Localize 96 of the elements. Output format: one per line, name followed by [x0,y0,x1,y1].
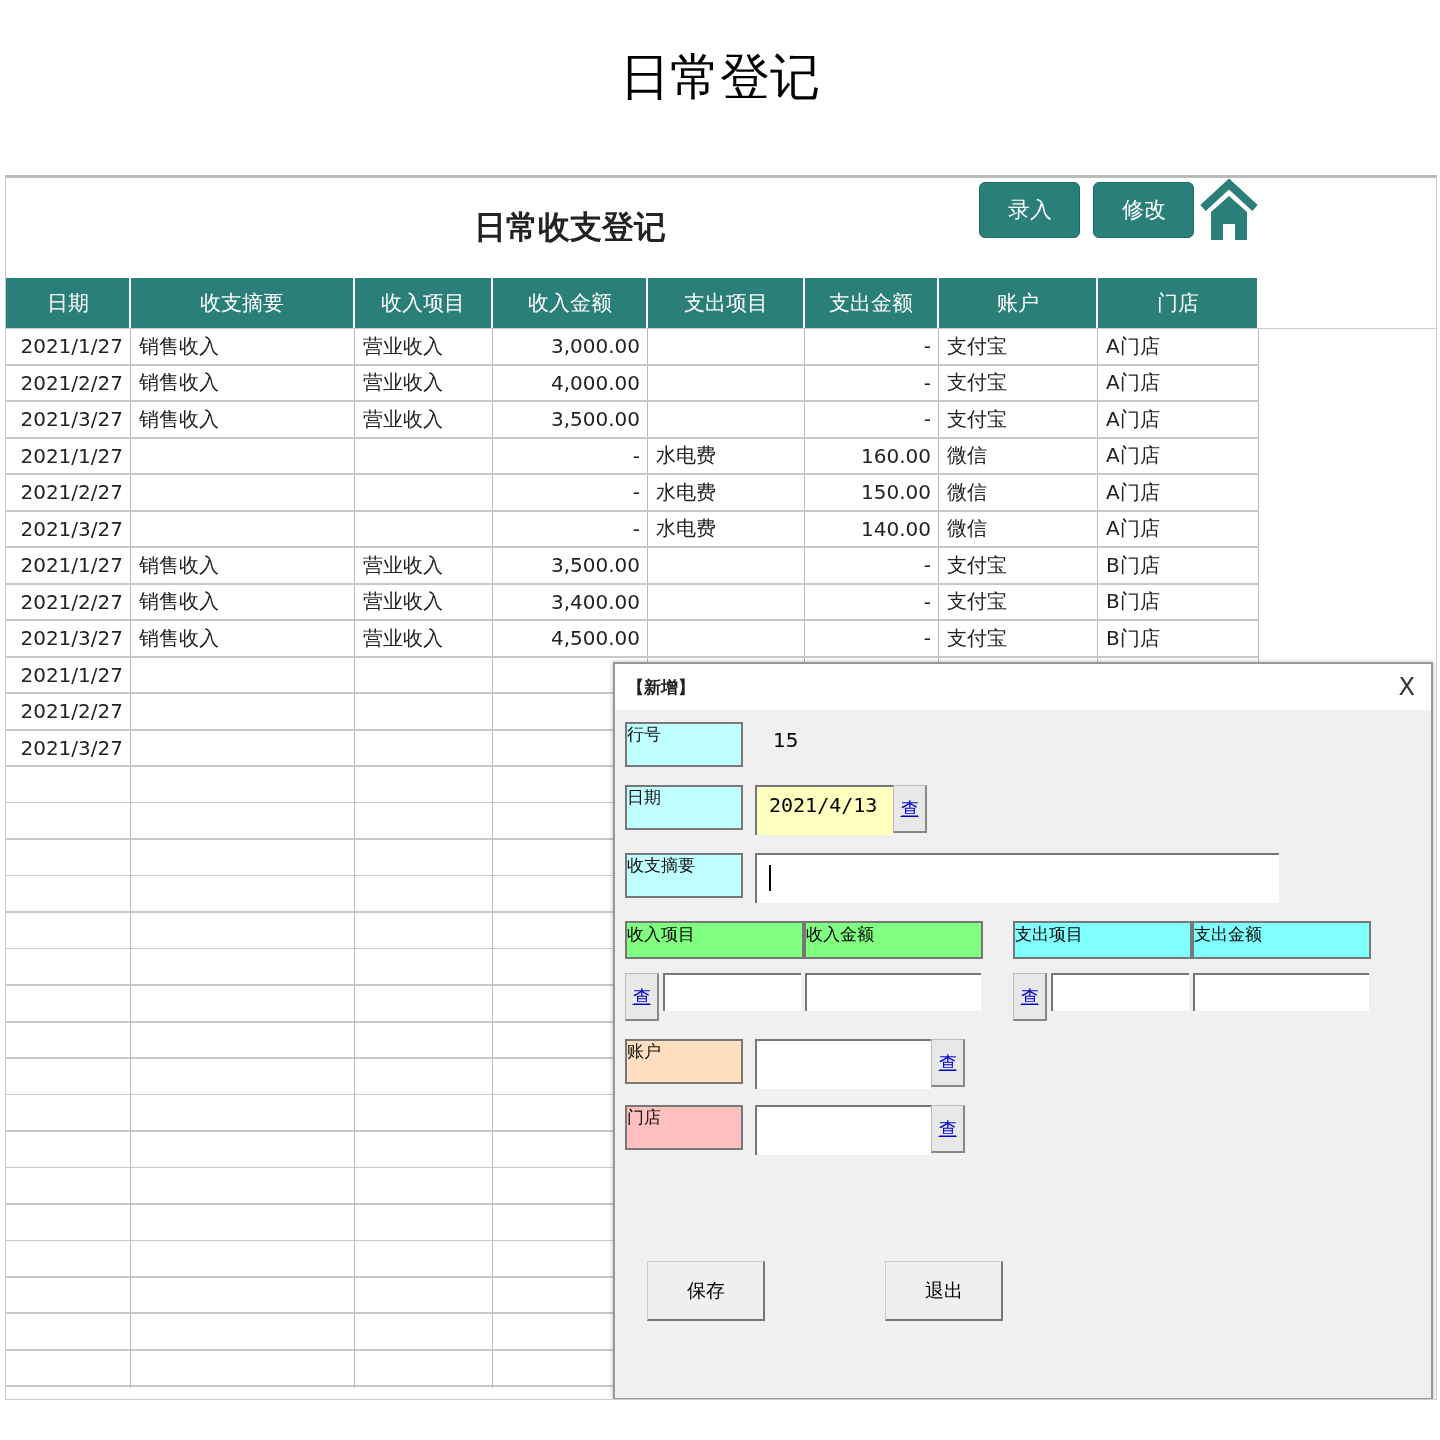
dialog-button[interactable]: 退出 [885,1261,1003,1321]
table-cell-text: 支付宝 [946,369,1008,397]
table-cell-text: 微信 [946,442,988,470]
table-cell-text: 150.00 [860,479,932,507]
lookup-button[interactable]: 查 [625,973,659,1021]
table-cell-text: 销售收入 [138,405,220,433]
table-cell-text: 支付宝 [946,405,1008,433]
dialog-button[interactable]: 保存 [647,1261,765,1321]
table-cell-text: 4,000.00 [549,369,641,397]
table-cell-text: - [922,588,932,616]
date-field[interactable]: 2021/4/13 [755,785,893,835]
input-field[interactable] [755,1105,931,1155]
input-field[interactable] [805,973,981,1011]
table-cell-text: 2021/2/27 [19,479,124,507]
input-field[interactable] [1193,973,1369,1011]
table-cell-text: 3,000.00 [549,333,641,361]
field-label: 日期 [625,785,743,830]
table-cell-text: 营业收入 [362,551,444,579]
lookup-button[interactable]: 查 [1013,973,1047,1021]
group-header: 支出项目 [1013,921,1192,959]
table-cell-text: B门店 [1105,624,1161,652]
table-cell-text: - [631,442,641,470]
table-cell-text: A门店 [1105,478,1161,506]
table-cell-text: 微信 [946,478,988,506]
table-cell-text: 160.00 [860,442,932,470]
table-cell-text: 140.00 [860,515,932,543]
field-label: 账户 [625,1039,743,1084]
summary-field[interactable] [755,853,1279,903]
table-cell-text: 2021/1/27 [19,552,124,580]
table-cell-text: 营业收入 [362,405,444,433]
table-cell-text: 销售收入 [138,624,220,652]
table-cell-text: - [631,479,641,507]
table-cell-text: 销售收入 [138,551,220,579]
table-cell-text: 3,400.00 [549,588,641,616]
table-cell-text: 销售收入 [138,588,220,616]
table-cell-text: 2021/2/27 [19,698,124,726]
group-header: 收入项目 [625,921,804,959]
table-cell-text: 水电费 [655,478,717,506]
table-cell-text: 水电费 [655,442,717,470]
table-cell-text: A门店 [1105,405,1161,433]
table-cell-text: 微信 [946,515,988,543]
table-cell-text: 营业收入 [362,624,444,652]
table-cell-text: A门店 [1105,442,1161,470]
table-cell-text: - [922,333,932,361]
field-label: 门店 [625,1105,743,1150]
sheet-button[interactable]: 录入 [979,182,1080,238]
field-label: 行号 [625,722,743,767]
group-header: 收入金额 [804,921,983,959]
table-cell-text: 销售收入 [138,332,220,360]
table-cell-text: 3,500.00 [549,552,641,580]
table-cell-text: 2021/2/27 [19,369,124,397]
table-cell-text: 2021/3/27 [19,625,124,653]
table-cell-text: 2021/3/27 [19,406,124,434]
lookup-button[interactable]: 查 [931,1039,965,1087]
input-field[interactable] [755,1039,931,1089]
table-cell-text: 4,500.00 [549,625,641,653]
page-title: 日常登记 [619,47,821,108]
lookup-button[interactable]: 查 [931,1105,965,1153]
table-cell-text: - [922,406,932,434]
sheet-button[interactable]: 修改 [1093,182,1194,238]
table-cell-text: - [922,369,932,397]
table-cell-text: - [631,515,641,543]
input-field[interactable] [1051,973,1189,1011]
table-cell-text: 2021/1/27 [19,333,124,361]
table-cell-text: 2021/2/27 [19,588,124,616]
input-field[interactable] [663,973,801,1011]
table-cell-text: A门店 [1105,515,1161,543]
home-icon[interactable] [1199,178,1259,242]
close-button[interactable]: X [1394,673,1419,701]
sheet-title: 日常收支登记 [474,207,666,248]
table-cell-text: 营业收入 [362,369,444,397]
table-cell-text: - [922,552,932,580]
table-cell-text: 支付宝 [946,551,1008,579]
group-header: 支出金额 [1192,921,1371,959]
table-cell-text: 2021/3/27 [19,734,124,762]
table-cell-text: B门店 [1105,588,1161,616]
field-label: 收支摘要 [625,853,743,898]
table-cell-text: - [922,625,932,653]
table-cell-text: A门店 [1105,332,1161,360]
table-cell-text: 营业收入 [362,588,444,616]
dialog-title: 【新增】 [627,675,695,699]
text-cursor [769,865,771,891]
table-cell-text: A门店 [1105,369,1161,397]
row-number-value: 15 [772,727,800,754]
table-cell-text: 2021/1/27 [19,661,124,689]
table-cell-text: 销售收入 [138,369,220,397]
table-cell-text: 营业收入 [362,332,444,360]
table-cell-text: B门店 [1105,551,1161,579]
table-cell-text: 3,500.00 [549,406,641,434]
table-cell-text: 支付宝 [946,588,1008,616]
table-cell-text: 2021/3/27 [19,515,124,543]
table-cell-text: 2021/1/27 [19,442,124,470]
table-cell-text: 支付宝 [946,332,1008,360]
lookup-button[interactable]: 查 [893,785,927,833]
table-cell-text: 支付宝 [946,624,1008,652]
table-cell-text: 水电费 [655,515,717,543]
